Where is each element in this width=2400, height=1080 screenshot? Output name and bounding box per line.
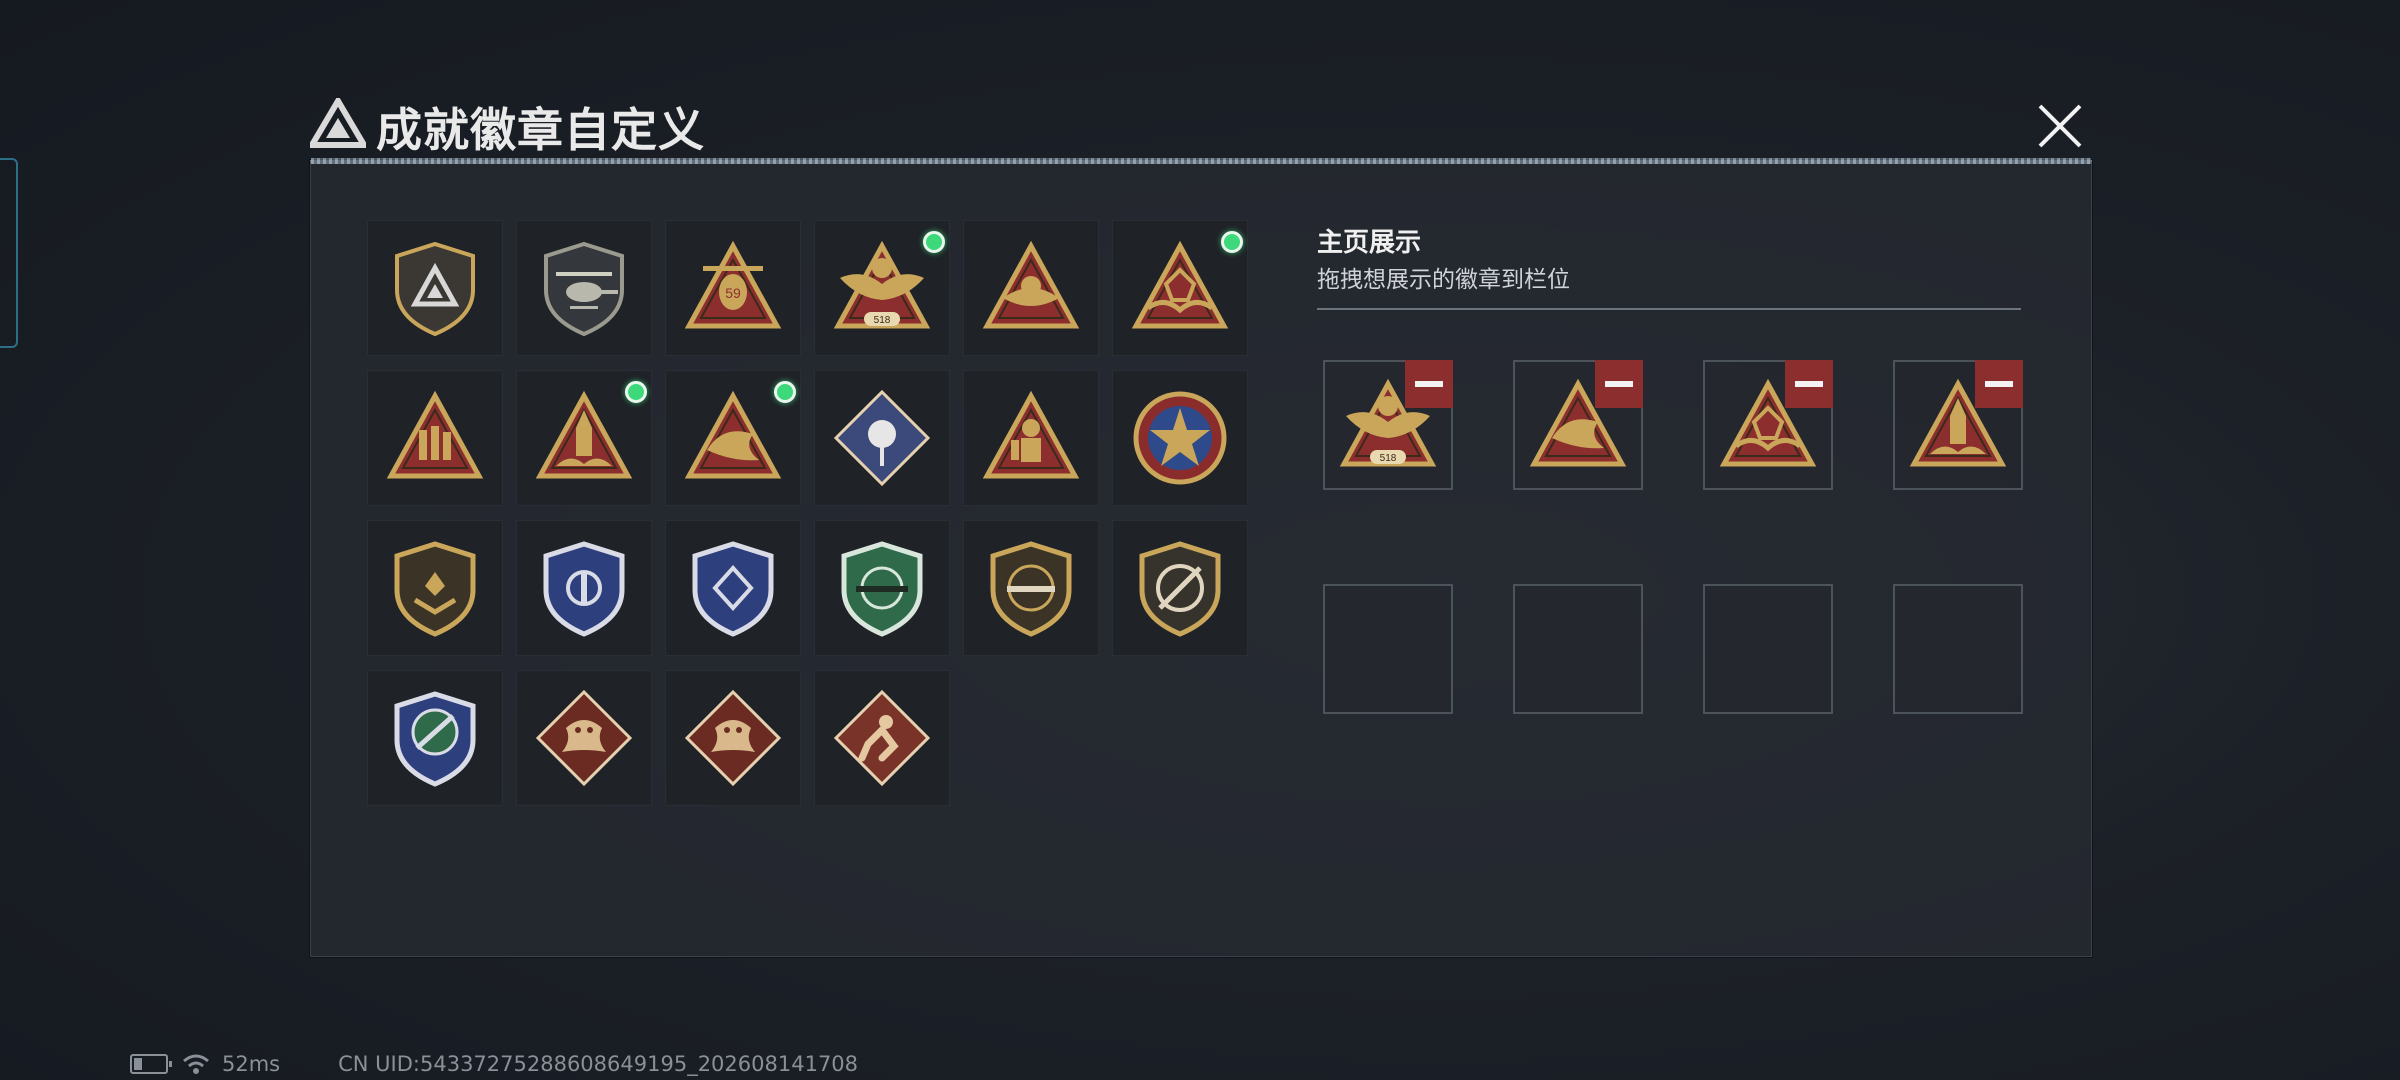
new-indicator-dot [923,231,945,253]
badge-cell[interactable] [367,370,503,506]
side-tab[interactable] [0,158,18,348]
triangle-diver-badge-icon [982,390,1080,479]
triangle-emblem-badge-icon [982,240,1080,329]
display-slot-filled[interactable]: 518 [1323,360,1453,490]
dragon-diamond-badge-2-icon [684,689,782,787]
badge-cell[interactable] [1112,370,1248,506]
display-slot-filled[interactable] [1513,360,1643,490]
remove-badge-button[interactable] [1595,360,1643,408]
triangle-fish-badge-icon [684,390,782,479]
helicopter-shield-badge-icon [544,241,624,337]
badge-cell[interactable] [367,670,503,806]
new-indicator-dot [774,381,796,403]
remove-badge-button[interactable] [1405,360,1453,408]
badge-cell[interactable] [814,670,950,806]
badge-cell[interactable] [367,220,503,356]
close-icon [2038,104,2082,148]
badge-cell[interactable] [516,370,652,506]
badge-cell[interactable]: 59 [665,220,801,356]
ping-value: 52ms [222,1052,281,1076]
display-slot-filled[interactable] [1893,360,2023,490]
badge-cell[interactable] [814,520,950,656]
badge-cell[interactable]: 518 [814,220,950,356]
svg-text:518: 518 [1380,453,1397,464]
badge-cell[interactable] [665,520,801,656]
badge-cell[interactable] [665,670,801,806]
badge-cell[interactable] [665,370,801,506]
badge-cell[interactable] [963,370,1099,506]
battery-icon [130,1054,172,1074]
badge-cell[interactable] [516,670,652,806]
shield-triangle-badge-icon [395,241,475,337]
blue-crosshair-shield-badge-icon [394,691,476,787]
remove-badge-button[interactable] [1785,360,1833,408]
blue-diamond-shield-badge-icon [692,541,774,637]
blue-shield-badge-icon [543,541,625,637]
svg-text:59: 59 [725,285,741,301]
crosshair-shield-badge-icon [1139,541,1221,637]
remove-badge-button[interactable] [1975,360,2023,408]
title-bar: 成就徽章自定义 [306,88,2094,162]
diamond-rose-badge-icon [833,389,931,487]
rifle-shield-badge-icon [990,541,1072,637]
panel-top-border [311,158,2091,164]
badge-cell[interactable] [963,520,1099,656]
star-medal-badge-icon [1133,391,1227,485]
display-slot-empty[interactable] [1703,584,1833,714]
divider [1317,308,2021,310]
display-slot-empty[interactable] [1893,584,2023,714]
triangle-soldiers-badge-icon [386,390,484,479]
status-bar: 52ms CN UID:54337275288608649195_2026081… [130,1052,858,1076]
triangle-logo-icon [310,98,366,148]
badge-cell[interactable] [516,520,652,656]
badge-grid: 59 518 [367,220,1248,806]
dragon-diamond-badge-icon [535,689,633,787]
badge-cell[interactable] [814,370,950,506]
display-title: 主页展示 [1317,228,1422,258]
triangle-fist-badge-icon [1131,240,1229,329]
svg-text:518: 518 [874,315,891,326]
badge-cell[interactable] [367,520,503,656]
green-rifle-shield-badge-icon [841,541,923,637]
close-button[interactable] [2030,96,2090,156]
display-slots: 518 [1323,360,2023,714]
eagle-518-badge-icon: 518 [833,240,931,329]
helicopter-59-badge-icon: 59 [684,240,782,329]
badge-panel: 59 518 主页展示 拖拽想展示的徽章到栏位 518 [310,158,2092,957]
display-slot-empty[interactable] [1323,584,1453,714]
gold-shield-badge-icon [394,541,476,637]
window-title: 成就徽章自定义 [376,103,705,157]
new-indicator-dot [625,381,647,403]
triangle-rocket-badge-icon [535,390,633,479]
display-slot-empty[interactable] [1513,584,1643,714]
display-slot-filled[interactable] [1703,360,1833,490]
badge-cell[interactable] [516,220,652,356]
badge-cell[interactable] [1112,520,1248,656]
badge-cell[interactable] [963,220,1099,356]
wifi-icon [183,1054,209,1074]
uid-text: CN UID:54337275288608649195_202608141708 [338,1052,859,1076]
runner-diamond-badge-icon [833,689,931,787]
new-indicator-dot [1221,231,1243,253]
badge-cell[interactable] [1112,220,1248,356]
display-subtitle: 拖拽想展示的徽章到栏位 [1317,267,1570,293]
